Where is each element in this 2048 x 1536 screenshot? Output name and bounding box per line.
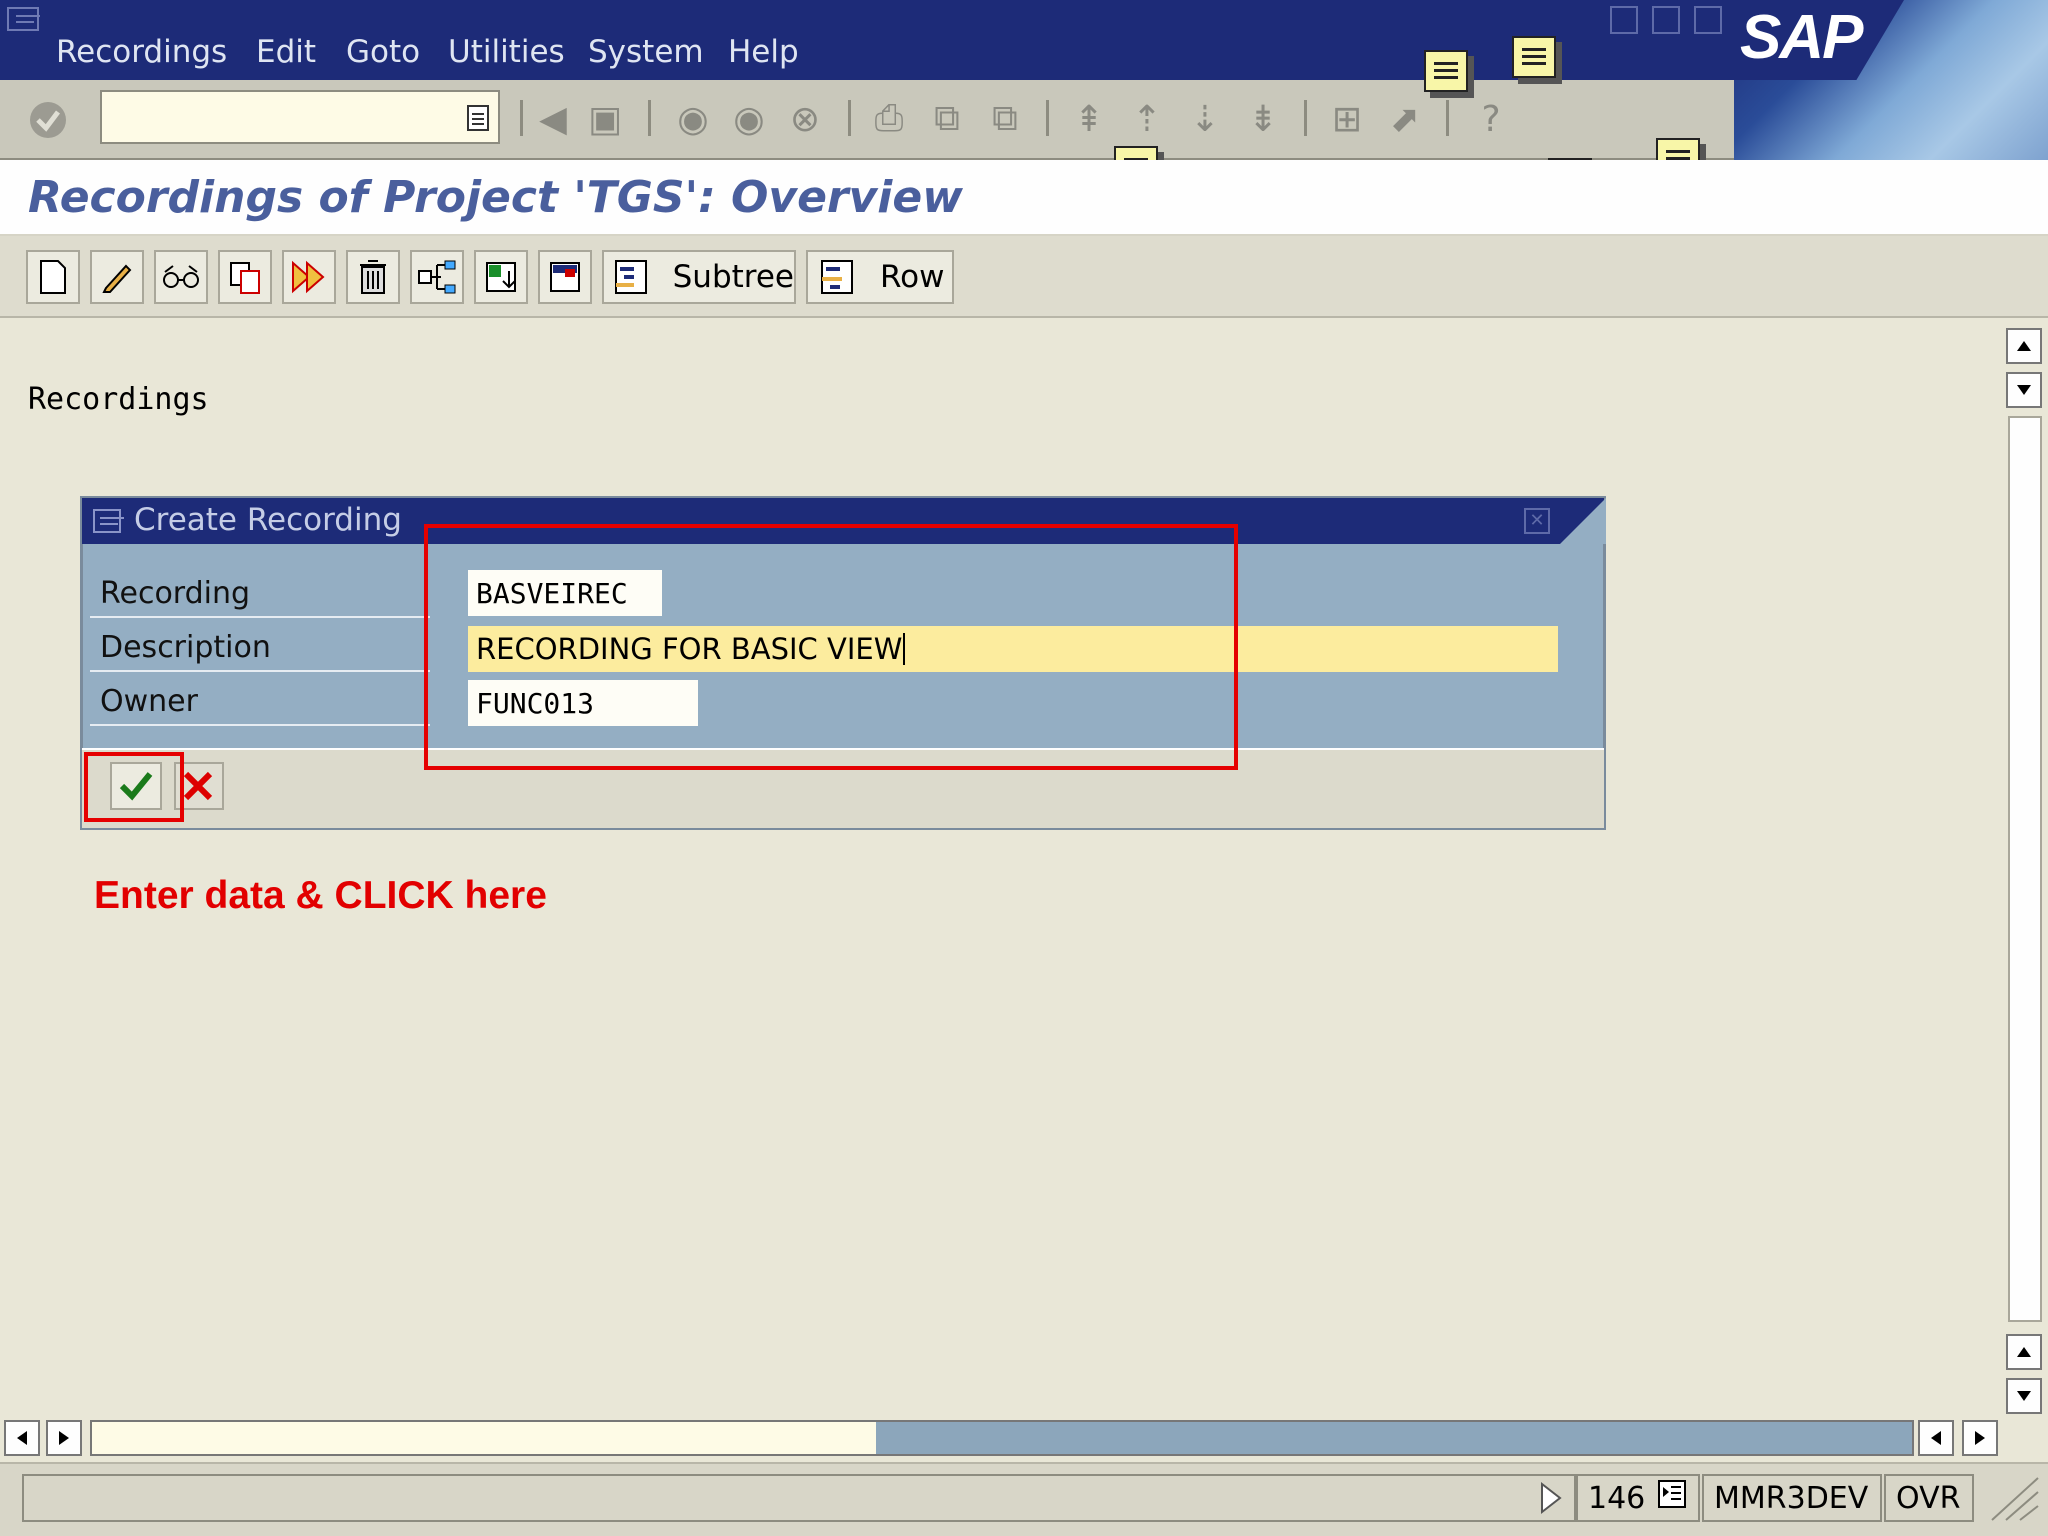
toolbar-separator <box>1304 100 1307 136</box>
change-pencil-icon[interactable] <box>90 250 144 304</box>
field-divider <box>90 616 430 618</box>
hierarchy-icon[interactable] <box>410 250 464 304</box>
field-divider <box>90 670 430 672</box>
subtree-button[interactable]: Subtree <box>602 250 796 304</box>
row-icon <box>816 257 860 297</box>
save-icon[interactable]: ▣ <box>582 96 628 142</box>
find-next-icon[interactable]: ⧉ <box>982 96 1028 142</box>
page-title: Recordings of Project 'TGS': Overview <box>28 172 963 223</box>
toolbar-separator <box>648 100 651 136</box>
toolbar-separator <box>1446 100 1449 136</box>
previous-page-icon[interactable]: ⇡ <box>1124 96 1170 142</box>
resize-grip-icon[interactable] <box>1982 1474 2042 1522</box>
menu-utilities[interactable]: Utilities <box>448 34 565 70</box>
description-label: Description <box>100 630 271 665</box>
recording-label: Recording <box>100 576 251 611</box>
create-shortcut-icon[interactable]: ⬈ <box>1382 96 1428 142</box>
input-highlight-box <box>424 524 1238 770</box>
menu-recordings[interactable]: Recordings <box>56 34 227 70</box>
row-button[interactable]: Row <box>806 250 954 304</box>
create-icon[interactable] <box>26 250 80 304</box>
button-highlight-box <box>84 752 184 822</box>
dialog-title: Create Recording <box>134 502 402 538</box>
sap-logo: SAP <box>1734 0 2048 160</box>
help-icon[interactable]: ? <box>1468 96 1514 142</box>
session-info-icon[interactable] <box>1657 1479 1687 1517</box>
subtree-icon <box>612 257 653 297</box>
first-page-icon[interactable]: ⇞ <box>1066 96 1112 142</box>
scroll-right-icon[interactable] <box>46 1420 82 1456</box>
next-page-icon[interactable]: ⇣ <box>1182 96 1228 142</box>
status-message-area <box>22 1474 1576 1522</box>
scroll-right-icon[interactable] <box>1962 1420 1998 1456</box>
menu-system[interactable]: System <box>588 34 704 70</box>
back-arrow-icon[interactable]: ◀ <box>530 96 576 142</box>
enter-checkmark-icon[interactable] <box>24 98 74 142</box>
system-menu-icon[interactable] <box>6 4 46 34</box>
note-icon[interactable] <box>1424 50 1468 92</box>
horizontal-scroll-thumb[interactable] <box>92 1422 876 1454</box>
create-session-icon[interactable]: ⊞ <box>1324 96 1370 142</box>
note-icon[interactable] <box>1512 36 1556 78</box>
command-history-icon[interactable] <box>466 102 490 132</box>
menu-edit[interactable]: Edit <box>256 34 316 70</box>
insert-mode-field: OVR <box>1884 1474 1974 1522</box>
last-page-icon[interactable]: ⇟ <box>1240 96 1286 142</box>
back-icon[interactable]: ◉ <box>670 96 716 142</box>
copy-icon[interactable] <box>218 250 272 304</box>
scroll-up-icon[interactable] <box>2006 328 2042 364</box>
section-label: Recordings <box>28 382 209 417</box>
status-expand-icon[interactable] <box>1536 1480 1566 1516</box>
toolbar-separator <box>520 100 523 136</box>
display-glasses-icon[interactable] <box>154 250 208 304</box>
scroll-down-icon[interactable] <box>2006 1378 2042 1414</box>
session-field: 146 <box>1576 1474 1700 1522</box>
command-field[interactable] <box>100 90 500 144</box>
toolbar-separator <box>1046 100 1049 136</box>
minimize-icon[interactable] <box>1610 6 1638 34</box>
exit-icon[interactable]: ◉ <box>726 96 772 142</box>
instruction-annotation: Enter data & CLICK here <box>94 874 547 917</box>
execute-icon[interactable] <box>282 250 336 304</box>
import-icon[interactable] <box>474 250 528 304</box>
cancel-icon[interactable]: ⊗ <box>782 96 828 142</box>
field-divider <box>90 724 430 726</box>
server-field: MMR3DEV <box>1702 1474 1882 1522</box>
menu-goto[interactable]: Goto <box>346 34 420 70</box>
close-window-icon[interactable] <box>1694 6 1722 34</box>
vertical-scrollbar[interactable] <box>2008 416 2042 1322</box>
scroll-down-icon[interactable] <box>2006 372 2042 408</box>
delete-trash-icon[interactable] <box>346 250 400 304</box>
menu-help[interactable]: Help <box>728 34 799 70</box>
toolbar-separator <box>848 100 851 136</box>
dialog-menu-icon[interactable] <box>92 506 126 536</box>
dialog-close-icon[interactable]: ✕ <box>1524 508 1550 534</box>
scroll-up-icon[interactable] <box>2006 1334 2042 1370</box>
export-icon[interactable] <box>538 250 592 304</box>
find-icon[interactable]: ⧉ <box>924 96 970 142</box>
scroll-left-icon[interactable] <box>4 1420 40 1456</box>
maximize-icon[interactable] <box>1652 6 1680 34</box>
scroll-left-icon[interactable] <box>1918 1420 1954 1456</box>
print-icon[interactable]: ⎙ <box>866 96 912 142</box>
owner-label: Owner <box>100 684 198 719</box>
